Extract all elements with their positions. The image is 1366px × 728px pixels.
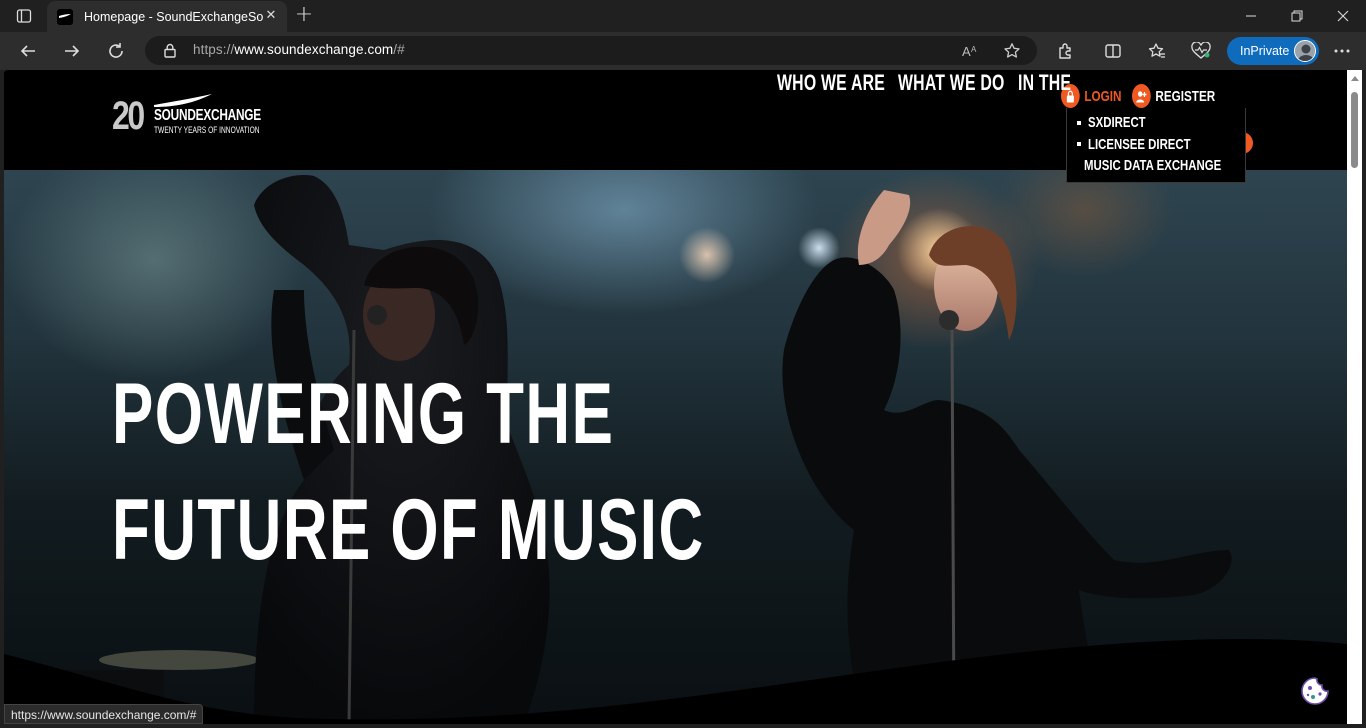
restore-icon[interactable] <box>1274 0 1320 32</box>
favorite-star-icon[interactable] <box>1002 41 1022 61</box>
dropdown-item-licensee-direct[interactable]: LICENSEE DIRECT <box>1067 134 1245 156</box>
nav-who-we-are[interactable]: WHO WE ARE <box>777 70 885 96</box>
logo-name: SOUNDEXCHANGE <box>154 107 261 124</box>
browser-tab-bar: Homepage - SoundExchangeSoundExchange ✕ … <box>0 0 1366 32</box>
url-scheme: https:// <box>193 42 235 57</box>
status-bar-url: https://www.soundexchange.com/# <box>4 704 204 724</box>
logo-swoosh-icon <box>154 94 212 107</box>
dropdown-label: SXDIRECT <box>1088 114 1146 132</box>
site-header: 20 SOUNDEXCHANGE TWENTY YEARS OF INNOVAT… <box>4 70 1347 183</box>
dropdown-label: LICENSEE DIRECT <box>1088 135 1191 153</box>
minimize-icon[interactable] <box>1228 0 1274 32</box>
url-path: /# <box>393 42 405 57</box>
logo-tagline: TWENTY YEARS OF INNOVATION <box>154 125 260 136</box>
hero-headline-line-2: FUTURE OF MUSIC <box>112 482 705 578</box>
forward-icon[interactable] <box>57 36 87 66</box>
add-user-icon <box>1132 84 1151 108</box>
new-tab-icon[interactable]: + <box>292 4 316 28</box>
url-text[interactable]: https://www.soundexchange.com/# <box>193 42 405 57</box>
register-label: REGISTER <box>1155 87 1216 105</box>
inprivate-button[interactable]: InPrivate <box>1227 37 1319 65</box>
address-bar[interactable]: https://www.soundexchange.com/# AA <box>145 36 1037 65</box>
bullet-icon <box>1077 120 1081 125</box>
hero-bottom-wave <box>4 639 1347 724</box>
dropdown-item-music-data-exchange[interactable]: MUSIC DATA EXCHANGE <box>1067 155 1245 177</box>
login-label: LOGIN <box>1084 87 1122 105</box>
url-domain: www.soundexchange.com <box>234 42 394 57</box>
hero-section: POWERING THE FUTURE OF MUSIC <box>4 170 1347 724</box>
browser-essentials-icon[interactable] <box>1189 39 1213 63</box>
svg-text:A: A <box>962 44 971 59</box>
lock-icon[interactable] <box>163 43 177 62</box>
logo-number: 20 <box>112 94 145 138</box>
svg-text:A: A <box>971 45 977 54</box>
favorites-icon[interactable] <box>1145 39 1169 63</box>
split-screen-icon[interactable] <box>1101 39 1125 63</box>
web-page: POWERING THE FUTURE OF MUSIC 20 SOUNDEXC… <box>4 70 1347 724</box>
login-dropdown: SXDIRECT LICENSEE DIRECT MUSIC DATA EXCH… <box>1066 108 1246 183</box>
nav-what-we-do[interactable]: WHAT WE DO <box>898 70 1005 96</box>
register-link[interactable]: REGISTER <box>1132 84 1215 108</box>
dropdown-item-sxdirect[interactable]: SXDIRECT <box>1067 112 1245 134</box>
bullet-icon <box>1077 142 1081 147</box>
cookie-settings-icon[interactable] <box>1300 676 1330 706</box>
soundexchange-logo[interactable]: 20 SOUNDEXCHANGE TWENTY YEARS OF INNOVAT… <box>112 94 272 140</box>
soundexchange-favicon <box>57 8 73 25</box>
browser-toolbar: https://www.soundexchange.com/# AA InPri… <box>0 32 1366 70</box>
extensions-icon[interactable] <box>1053 39 1077 63</box>
browser-tab[interactable]: Homepage - SoundExchangeSoundExchange ✕ <box>47 1 287 32</box>
tab-actions-icon[interactable] <box>10 5 38 27</box>
close-icon[interactable]: ✕ <box>263 8 279 24</box>
nav-in-the[interactable]: IN THE <box>1018 70 1071 96</box>
read-aloud-icon[interactable]: AA <box>961 41 981 61</box>
scroll-up-icon[interactable] <box>1351 76 1359 81</box>
hero-headline-line-1: POWERING THE <box>112 366 615 462</box>
hero-headline: POWERING THE FUTURE OF MUSIC <box>112 356 705 588</box>
page-scrollbar[interactable] <box>1347 70 1362 724</box>
more-icon[interactable] <box>1330 39 1354 63</box>
close-window-icon[interactable] <box>1320 0 1366 32</box>
inprivate-label: InPrivate <box>1240 44 1290 58</box>
profile-avatar <box>1294 40 1316 62</box>
dropdown-label: MUSIC DATA EXCHANGE <box>1084 157 1222 175</box>
scrollbar-thumb[interactable] <box>1351 92 1358 168</box>
back-icon[interactable] <box>13 36 43 66</box>
tab-title: Homepage - SoundExchangeSoundExchange <box>84 9 264 24</box>
refresh-icon[interactable] <box>101 36 131 66</box>
